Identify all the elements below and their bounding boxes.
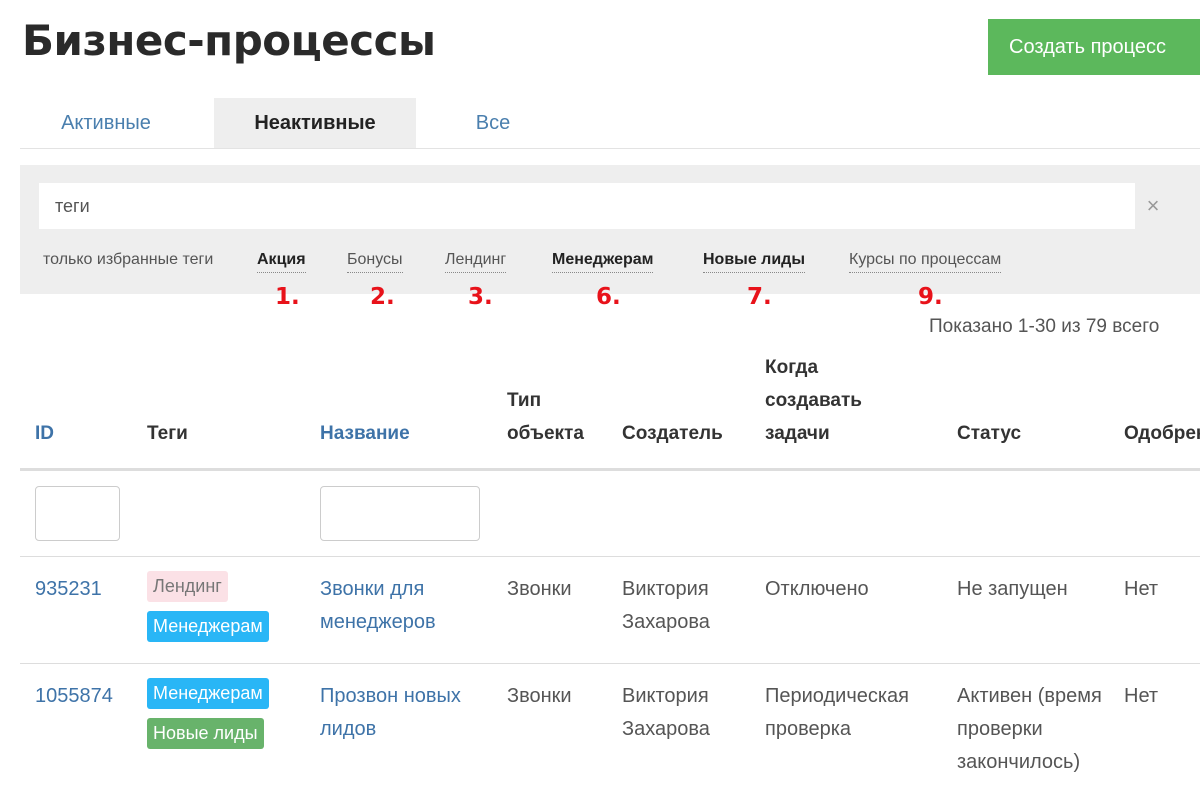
row-tags: Лендинг Менеджерам — [147, 571, 269, 651]
tag-badge[interactable]: Лендинг — [147, 571, 228, 602]
tag-filter-bonusy[interactable]: Бонусы — [347, 251, 403, 273]
row-creator: Виктория Захарова — [622, 578, 710, 633]
column-header-approved: Одобрен — [1124, 423, 1200, 444]
annotation-number: 9. — [918, 284, 943, 310]
tag-filter-panel: теги × только избранные теги Акция Бонус… — [20, 165, 1200, 294]
row-status: Активен (время проверки закончилось) — [957, 685, 1102, 773]
tag-filter-lending[interactable]: Лендинг — [445, 251, 507, 273]
table-row: 1055874 Менеджерам Новые лиды Прозвон но… — [20, 664, 1200, 810]
row-creator: Виктория Захарова — [622, 685, 710, 740]
table-row: 935231 Лендинг Менеджерам Звонки для мен… — [20, 557, 1200, 664]
id-filter-input[interactable] — [35, 486, 120, 541]
tag-badge[interactable]: Менеджерам — [147, 611, 269, 642]
row-id-link[interactable]: 935231 — [35, 573, 102, 606]
column-header-name[interactable]: Название — [320, 417, 410, 450]
tag-badge[interactable]: Менеджерам — [147, 678, 269, 709]
column-header-creator: Создатель — [622, 423, 723, 444]
tab-inactive[interactable]: Неактивные — [214, 98, 416, 148]
tag-filter-akciya[interactable]: Акция — [257, 251, 306, 273]
page-title: Бизнес-процессы — [22, 16, 436, 65]
table-header: ID Теги Название Тип объекта Создатель К… — [20, 356, 1200, 471]
column-header-tags: Теги — [147, 423, 188, 444]
tag-filter-menedzheram[interactable]: Менеджерам — [552, 251, 654, 273]
annotation-number: 7. — [747, 284, 772, 310]
row-name-link[interactable]: Прозвон новых лидов — [320, 680, 480, 746]
row-approved: Нет — [1124, 685, 1159, 707]
column-header-when: Когда создавать задачи — [765, 357, 862, 444]
annotation-number: 2. — [370, 284, 395, 310]
annotation-number: 1. — [275, 284, 300, 310]
tab-active[interactable]: Активные — [20, 98, 192, 148]
status-tabs: Активные Неактивные Все — [20, 98, 1200, 149]
row-name-link[interactable]: Звонки для менеджеров — [320, 573, 480, 639]
business-processes-page: Бизнес-процессы Создать процесс Активные… — [0, 0, 1200, 810]
tag-filter-kursy[interactable]: Курсы по процессам — [849, 251, 1002, 273]
annotation-number: 6. — [596, 284, 621, 310]
row-tags: Менеджерам Новые лиды — [147, 678, 269, 758]
row-id-link[interactable]: 1055874 — [35, 680, 113, 713]
name-filter-input[interactable] — [320, 486, 480, 541]
create-process-button[interactable]: Создать процесс — [988, 19, 1200, 75]
row-type: Звонки — [507, 578, 572, 600]
row-approved: Нет — [1124, 578, 1159, 600]
column-header-type: Тип объекта — [507, 390, 584, 444]
row-type: Звонки — [507, 685, 572, 707]
annotation-number: 3. — [468, 284, 493, 310]
tab-all[interactable]: Все — [434, 98, 552, 148]
row-when: Отключено — [765, 578, 869, 600]
close-icon[interactable]: × — [1143, 191, 1163, 221]
table-filter-row — [20, 471, 1200, 557]
tag-badge[interactable]: Новые лиды — [147, 718, 264, 749]
column-header-id[interactable]: ID — [35, 417, 54, 450]
results-summary: Показано 1-30 из 79 всего — [929, 316, 1160, 337]
favorite-tags-label: только избранные теги — [43, 251, 214, 268]
tags-input[interactable]: теги — [39, 183, 1135, 229]
row-status: Не запущен — [957, 578, 1068, 600]
tag-filter-novye-lidy[interactable]: Новые лиды — [703, 251, 805, 273]
row-when: Периодическая проверка — [765, 685, 910, 740]
column-header-status: Статус — [957, 423, 1022, 444]
